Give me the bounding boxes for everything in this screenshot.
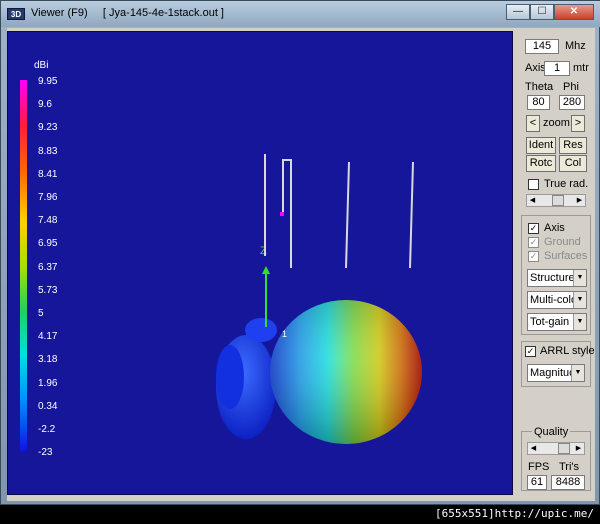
feed-point-marker xyxy=(280,212,284,216)
legend-tick-label: 6.37 xyxy=(38,261,58,273)
legend-tick-label: 4.17 xyxy=(38,331,58,343)
legend-tick-label: 8.41 xyxy=(38,168,58,180)
legend-unit: dBi xyxy=(34,60,49,71)
arrl-style-checkbox[interactable]: ✓ xyxy=(525,346,536,357)
ground-checkbox[interactable]: ✓ xyxy=(528,237,539,248)
legend-tick-label: -2.2 xyxy=(38,424,56,435)
legend-tick-label: 3.18 xyxy=(38,354,58,366)
ident-button[interactable]: Ident xyxy=(526,137,556,154)
quality-slider[interactable]: ◀ ▶ xyxy=(527,442,585,455)
color-scale-bar xyxy=(20,80,27,452)
chevron-down-icon: ▼ xyxy=(571,365,584,381)
arrl-style-label: ARRL style xyxy=(540,345,595,357)
axis-length-input[interactable]: 1 xyxy=(544,61,570,76)
axis-checkbox[interactable]: ✓ xyxy=(528,223,539,234)
title-bar[interactable]: 3D Viewer (F9) [ Jya-145-4e-1stack.out ]… xyxy=(1,1,600,27)
zoom-in-button[interactable]: > xyxy=(571,115,585,132)
legend-tick-label: 0.34 xyxy=(38,400,58,412)
chevron-down-icon: ▼ xyxy=(573,292,586,308)
legend-tick-label: 1.96 xyxy=(38,377,58,389)
legend-tick-label: 9.95 xyxy=(38,76,58,87)
element-marker-label: 1 xyxy=(282,329,287,339)
res-button[interactable]: Res xyxy=(559,137,587,154)
tris-label: Tri's xyxy=(559,461,580,473)
upper-lobe xyxy=(245,318,277,342)
fps-value: 61 xyxy=(527,475,547,490)
watermark-bar: [655x551]http://upic.me/ xyxy=(0,505,600,524)
col-button[interactable]: Col xyxy=(559,155,587,172)
quality-label: Quality xyxy=(532,426,571,438)
zoom-out-button[interactable]: < xyxy=(526,115,540,132)
true-rad-label: True rad. xyxy=(544,178,589,190)
true-rad-checkbox[interactable] xyxy=(528,179,539,190)
frequency-input[interactable]: 145 xyxy=(525,39,559,54)
antenna-element-3 xyxy=(345,161,350,269)
legend-tick-label: 7.96 xyxy=(38,192,58,203)
minimize-button[interactable]: — xyxy=(506,4,530,20)
axis-checkbox-label: Axis xyxy=(544,222,565,234)
tris-value: 8488 xyxy=(551,475,585,490)
viewer-window: 3D Viewer (F9) [ Jya-145-4e-1stack.out ]… xyxy=(0,0,600,505)
legend-tick-label: 9.6 xyxy=(38,99,52,111)
legend-tick-label: -23 xyxy=(38,447,53,459)
theta-label: Theta xyxy=(525,81,554,93)
chevron-down-icon: ▼ xyxy=(573,314,586,330)
driven-element xyxy=(282,159,292,268)
legend-tick-label: 9.23 xyxy=(38,122,58,134)
surfaces-checkbox[interactable]: ✓ xyxy=(528,251,539,262)
frequency-unit: Mhz xyxy=(565,40,586,52)
radiation-pattern-canvas: Z 1 xyxy=(20,80,422,452)
zoom-label: zoom xyxy=(543,117,570,129)
fps-label: FPS xyxy=(528,461,550,473)
legend-tick-label: 5.73 xyxy=(38,284,58,296)
color-mode-select[interactable]: Multi-colo ▼ xyxy=(527,291,587,309)
maximize-button[interactable]: ☐ xyxy=(530,4,554,20)
surfaces-checkbox-label: Surfaces xyxy=(544,250,588,262)
ground-checkbox-label: Ground xyxy=(544,236,581,248)
rear-lobe xyxy=(216,345,244,409)
magnitude-select[interactable]: Magnituc ▼ xyxy=(527,364,585,382)
legend-tick-label: 7.48 xyxy=(38,215,58,227)
axis-length-label: Axis xyxy=(525,62,546,74)
structure-select[interactable]: Structure ▼ xyxy=(527,269,587,287)
phi-label: Phi xyxy=(563,81,579,93)
chevron-down-icon: ▼ xyxy=(573,270,586,286)
legend-tick-label: 6.95 xyxy=(38,238,58,250)
app-logo-icon: 3D xyxy=(7,8,25,20)
rotc-button[interactable]: Rotc xyxy=(526,155,556,172)
gain-type-select[interactable]: Tot-gain ▼ xyxy=(527,313,587,331)
antenna-element-4 xyxy=(409,161,414,269)
3d-viewport[interactable]: Z 1 dBi 9.95 9.6 9.23 8.83 8.41 7.96 7.48 6.95 6… xyxy=(7,31,513,495)
phi-input[interactable]: 280 xyxy=(559,95,585,110)
control-panel: 145 Mhz Axis 1 mtr Theta Phi 80 280 < zo… xyxy=(517,31,595,495)
legend-tick-label: 5 xyxy=(38,308,44,319)
axis-length-unit: mtr xyxy=(573,62,589,74)
theta-input[interactable]: 80 xyxy=(527,95,550,110)
legend-tick-label: 8.83 xyxy=(38,145,58,157)
close-button[interactable]: ✕ xyxy=(554,4,594,20)
image-size-watermark: [655x551]http://upic.me/ xyxy=(435,507,594,520)
true-rad-slider[interactable]: ◀ ▶ xyxy=(526,194,586,207)
window-title: Viewer (F9) [ Jya-145-4e-1stack.out ] xyxy=(31,7,224,19)
